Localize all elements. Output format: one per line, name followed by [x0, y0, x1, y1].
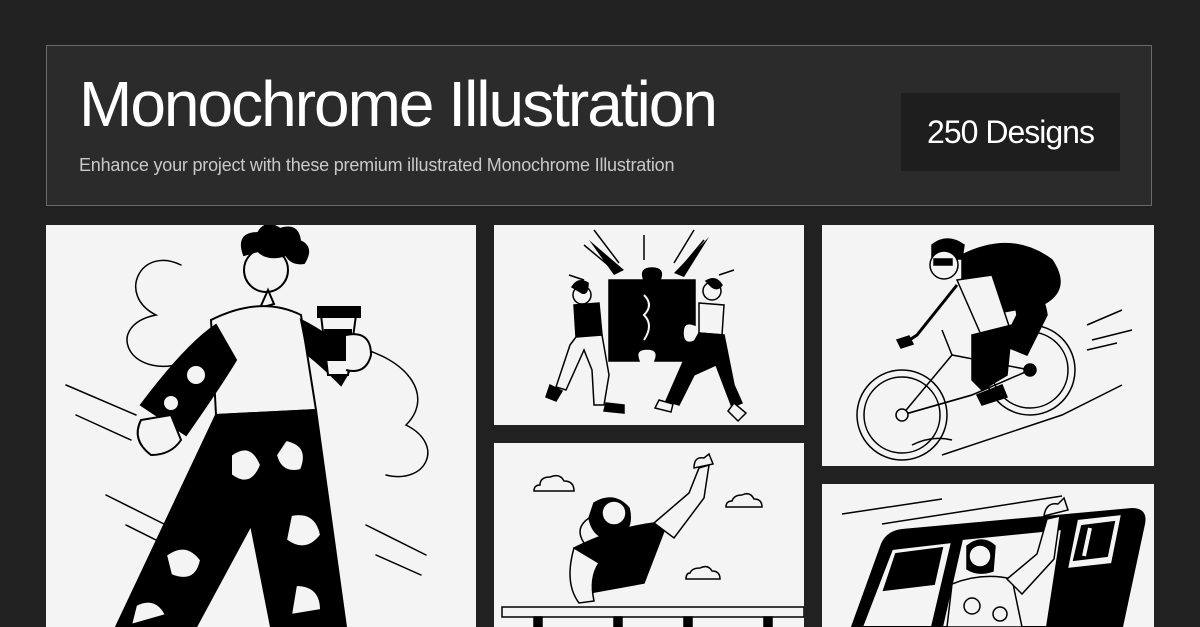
page-subtitle: Enhance your project with these premium …: [79, 155, 675, 175]
gallery-card-waving-woman[interactable]: [494, 443, 804, 627]
two-people-joining-puzzle-illustration: [545, 229, 748, 423]
woman-waving-from-train-illustration: [841, 495, 1146, 627]
woman-waving-at-railing-illustration: [501, 452, 804, 627]
designs-count-badge: 250 Designs: [901, 93, 1120, 171]
header-banner: Monochrome Illustration Enhance your pro…: [46, 45, 1152, 206]
walking-man-with-coffee-illustration: [65, 225, 429, 627]
gallery-card-walking-man[interactable]: [46, 225, 476, 627]
gallery-card-cyclist[interactable]: [822, 225, 1154, 466]
gallery-card-train-woman[interactable]: [822, 484, 1154, 627]
cyclist-illustration: [856, 238, 1133, 461]
gallery-card-puzzle[interactable]: [494, 225, 804, 425]
page-title: Monochrome Illustration: [79, 68, 718, 140]
